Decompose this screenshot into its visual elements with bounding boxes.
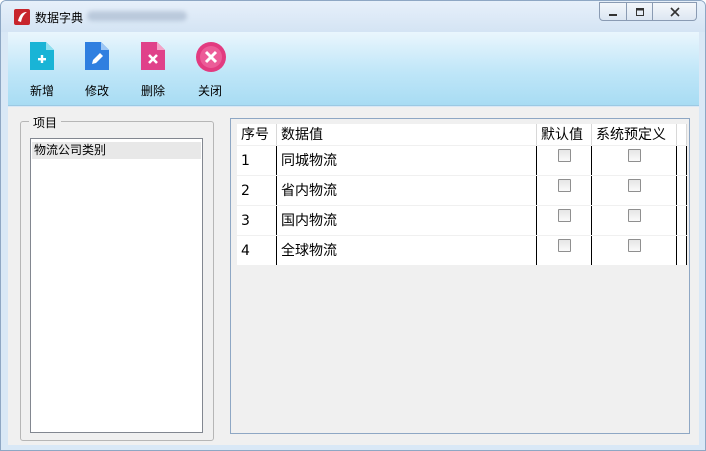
- delete-button[interactable]: 删除: [129, 40, 177, 100]
- title-bar[interactable]: 数据字典: [1, 1, 705, 32]
- row-spacer: [677, 146, 687, 175]
- restore-button[interactable]: [627, 2, 653, 21]
- close-label: 关闭: [197, 84, 222, 98]
- row-index: 1: [237, 146, 277, 175]
- add-button[interactable]: 新增: [18, 40, 66, 100]
- window-title: 数据字典: [35, 11, 84, 25]
- system-checkbox-cell: [592, 236, 677, 265]
- row-spacer: [677, 236, 687, 265]
- close-icon: [669, 6, 680, 17]
- edit-icon: [82, 40, 112, 72]
- system-checkbox[interactable]: [628, 179, 641, 192]
- delete-icon: [138, 40, 168, 72]
- column-header-index[interactable]: 序号: [237, 124, 277, 145]
- row-value[interactable]: 全球物流: [277, 236, 537, 265]
- row-value[interactable]: 省内物流: [277, 176, 537, 205]
- project-legend: 项目: [29, 114, 62, 131]
- blurred-title-extra: [87, 11, 187, 21]
- row-index: 2: [237, 176, 277, 205]
- toolbar: 新增 修改 删除 关闭: [8, 32, 699, 106]
- default-checkbox[interactable]: [558, 239, 571, 252]
- default-checkbox-cell: [537, 206, 592, 235]
- default-checkbox-cell: [537, 176, 592, 205]
- system-checkbox-cell: [592, 206, 677, 235]
- row-index: 3: [237, 206, 277, 235]
- row-value[interactable]: 国内物流: [277, 206, 537, 235]
- add-icon: [27, 40, 57, 72]
- system-checkbox-cell: [592, 176, 677, 205]
- close-window-button[interactable]: [653, 2, 697, 21]
- system-checkbox[interactable]: [628, 239, 641, 252]
- column-header-system[interactable]: 系统预定义: [592, 124, 677, 145]
- restore-icon: [635, 7, 644, 16]
- system-checkbox[interactable]: [628, 209, 641, 222]
- delete-label: 删除: [140, 84, 165, 98]
- app-logo-icon: [14, 9, 30, 25]
- row-value[interactable]: 同城物流: [277, 146, 537, 175]
- default-checkbox-cell: [537, 236, 592, 265]
- column-header-value[interactable]: 数据值: [277, 124, 537, 145]
- column-header-spacer: [677, 124, 687, 145]
- row-spacer: [677, 206, 687, 235]
- list-item[interactable]: 物流公司类别: [32, 142, 201, 159]
- close-circle-icon: [195, 40, 226, 72]
- project-groupbox: 项目 物流公司类别: [20, 114, 214, 441]
- data-dictionary-window: 数据字典 新增 修改 删除 关闭 项目 物流公司类别 序号 数据值 默认值 系统…: [0, 0, 706, 451]
- minimize-icon: [609, 13, 617, 16]
- system-checkbox[interactable]: [628, 149, 641, 162]
- close-button[interactable]: 关闭: [186, 40, 234, 100]
- data-grid-panel: 序号 数据值 默认值 系统预定义 1 同城物流 2 省内物流 3 国内物流 4 …: [230, 118, 690, 434]
- project-list[interactable]: 物流公司类别: [30, 138, 203, 433]
- content-area: 项目 物流公司类别 序号 数据值 默认值 系统预定义 1 同城物流 2 省内物流…: [8, 107, 699, 445]
- row-index: 4: [237, 236, 277, 265]
- default-checkbox[interactable]: [558, 179, 571, 192]
- system-checkbox-cell: [592, 146, 677, 175]
- edit-label: 修改: [84, 84, 109, 98]
- default-checkbox[interactable]: [558, 149, 571, 162]
- column-header-default[interactable]: 默认值: [537, 124, 592, 145]
- default-checkbox[interactable]: [558, 209, 571, 222]
- add-label: 新增: [29, 84, 54, 98]
- edit-button[interactable]: 修改: [73, 40, 121, 100]
- row-spacer: [677, 176, 687, 205]
- minimize-button[interactable]: [599, 2, 627, 21]
- default-checkbox-cell: [537, 146, 592, 175]
